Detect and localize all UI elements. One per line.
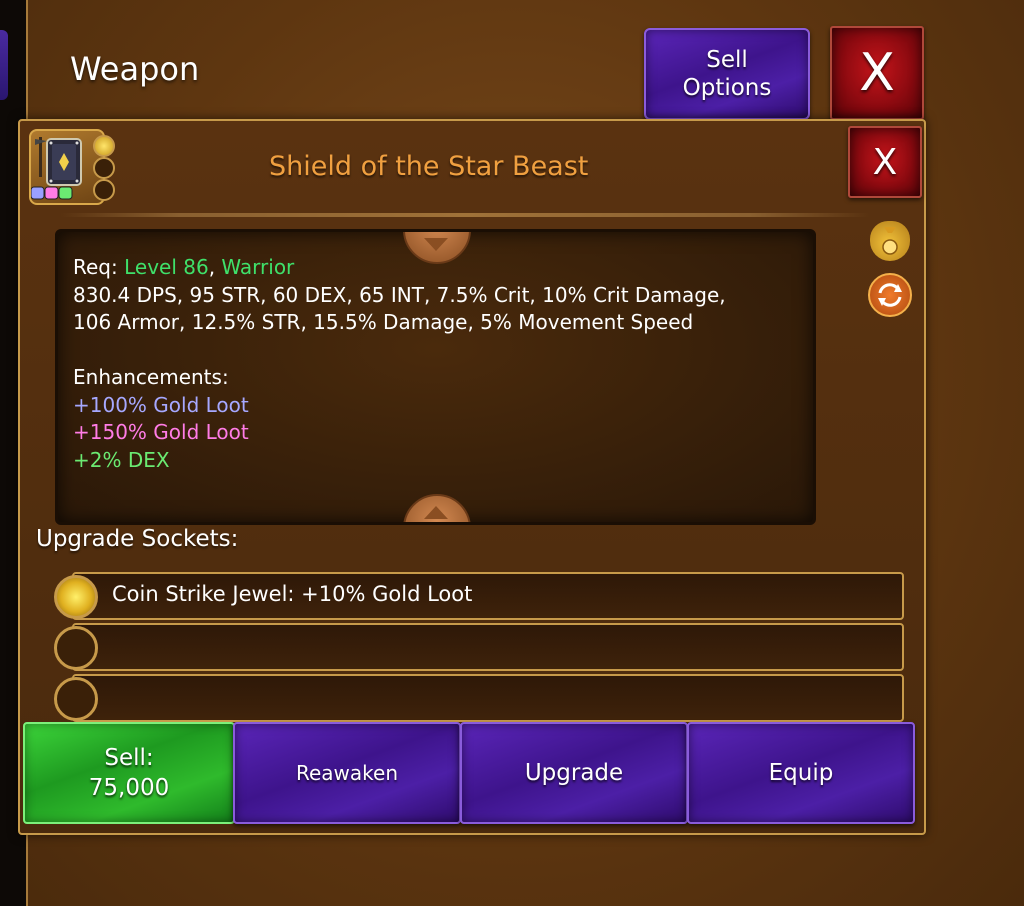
upgrade-button[interactable]: Upgrade <box>460 722 688 824</box>
close-window-button[interactable]: X <box>830 26 924 120</box>
reroll-icon[interactable] <box>868 273 912 317</box>
sell-options-label-line2: Options <box>682 75 772 101</box>
requirement-line: Req: Level 86, Warrior <box>73 254 726 282</box>
item-socket-gem-1 <box>93 135 115 157</box>
equip-button[interactable]: Equip <box>687 722 915 824</box>
close-item-button[interactable]: X <box>848 126 922 198</box>
req-class: Warrior <box>221 255 295 279</box>
upgrade-sockets-label: Upgrade Sockets: <box>36 526 239 552</box>
gold-bag-icon[interactable] <box>870 221 910 261</box>
req-prefix: Req: <box>73 255 125 279</box>
item-socket-gem-2 <box>93 157 115 179</box>
coin-icon <box>882 227 898 255</box>
item-description-text: Req: Level 86, Warrior 830.4 DPS, 95 STR… <box>73 254 726 474</box>
sell-price: 75,000 <box>88 775 170 801</box>
socket-row-1[interactable]: Coin Strike Jewel: +10% Gold Loot <box>72 572 904 620</box>
chevron-down-icon <box>424 238 448 251</box>
item-description-box[interactable]: Req: Level 86, Warrior 830.4 DPS, 95 STR… <box>55 229 816 525</box>
jewel-socket-filled-icon <box>54 575 98 619</box>
enhancement-3: +2% DEX <box>73 447 170 472</box>
socket-row-3[interactable] <box>72 674 904 722</box>
sell-options-label-line1: Sell <box>706 47 748 73</box>
stats-line-1: 830.4 DPS, 95 STR, 60 DEX, 65 INT, 7.5% … <box>73 282 726 307</box>
sell-label: Sell: <box>104 745 154 771</box>
req-separator: , <box>208 255 222 279</box>
chevron-up-icon <box>424 506 448 519</box>
jewel-socket-empty-icon <box>54 626 98 670</box>
enhancements-label: Enhancements: <box>73 365 229 389</box>
swap-arrows-icon <box>878 283 902 307</box>
stats-line-2: 106 Armor, 12.5% STR, 15.5% Damage, 5% M… <box>73 310 694 334</box>
page-title: Weapon <box>70 50 200 88</box>
jewel-socket-empty-icon <box>54 677 98 721</box>
sell-options-button[interactable]: Sell Options <box>644 28 810 120</box>
enhancement-2: +150% Gold Loot <box>73 420 249 444</box>
sell-button[interactable]: Sell: 75,000 <box>23 722 235 824</box>
enhancement-1: +100% Gold Loot <box>73 392 249 417</box>
item-name: Shield of the Star Beast <box>269 151 589 182</box>
item-socket-gem-3 <box>93 179 115 201</box>
socket-row-text: Coin Strike Jewel: +10% Gold Loot <box>112 582 473 606</box>
divider <box>60 213 870 217</box>
item-detail-panel: Shield of the Star Beast X Req: Level 86… <box>18 119 926 835</box>
socket-row-2[interactable] <box>72 623 904 671</box>
req-level: Level 86 <box>124 255 209 279</box>
scroll-down-button[interactable] <box>403 494 471 522</box>
reawaken-button[interactable]: Reawaken <box>233 722 461 824</box>
